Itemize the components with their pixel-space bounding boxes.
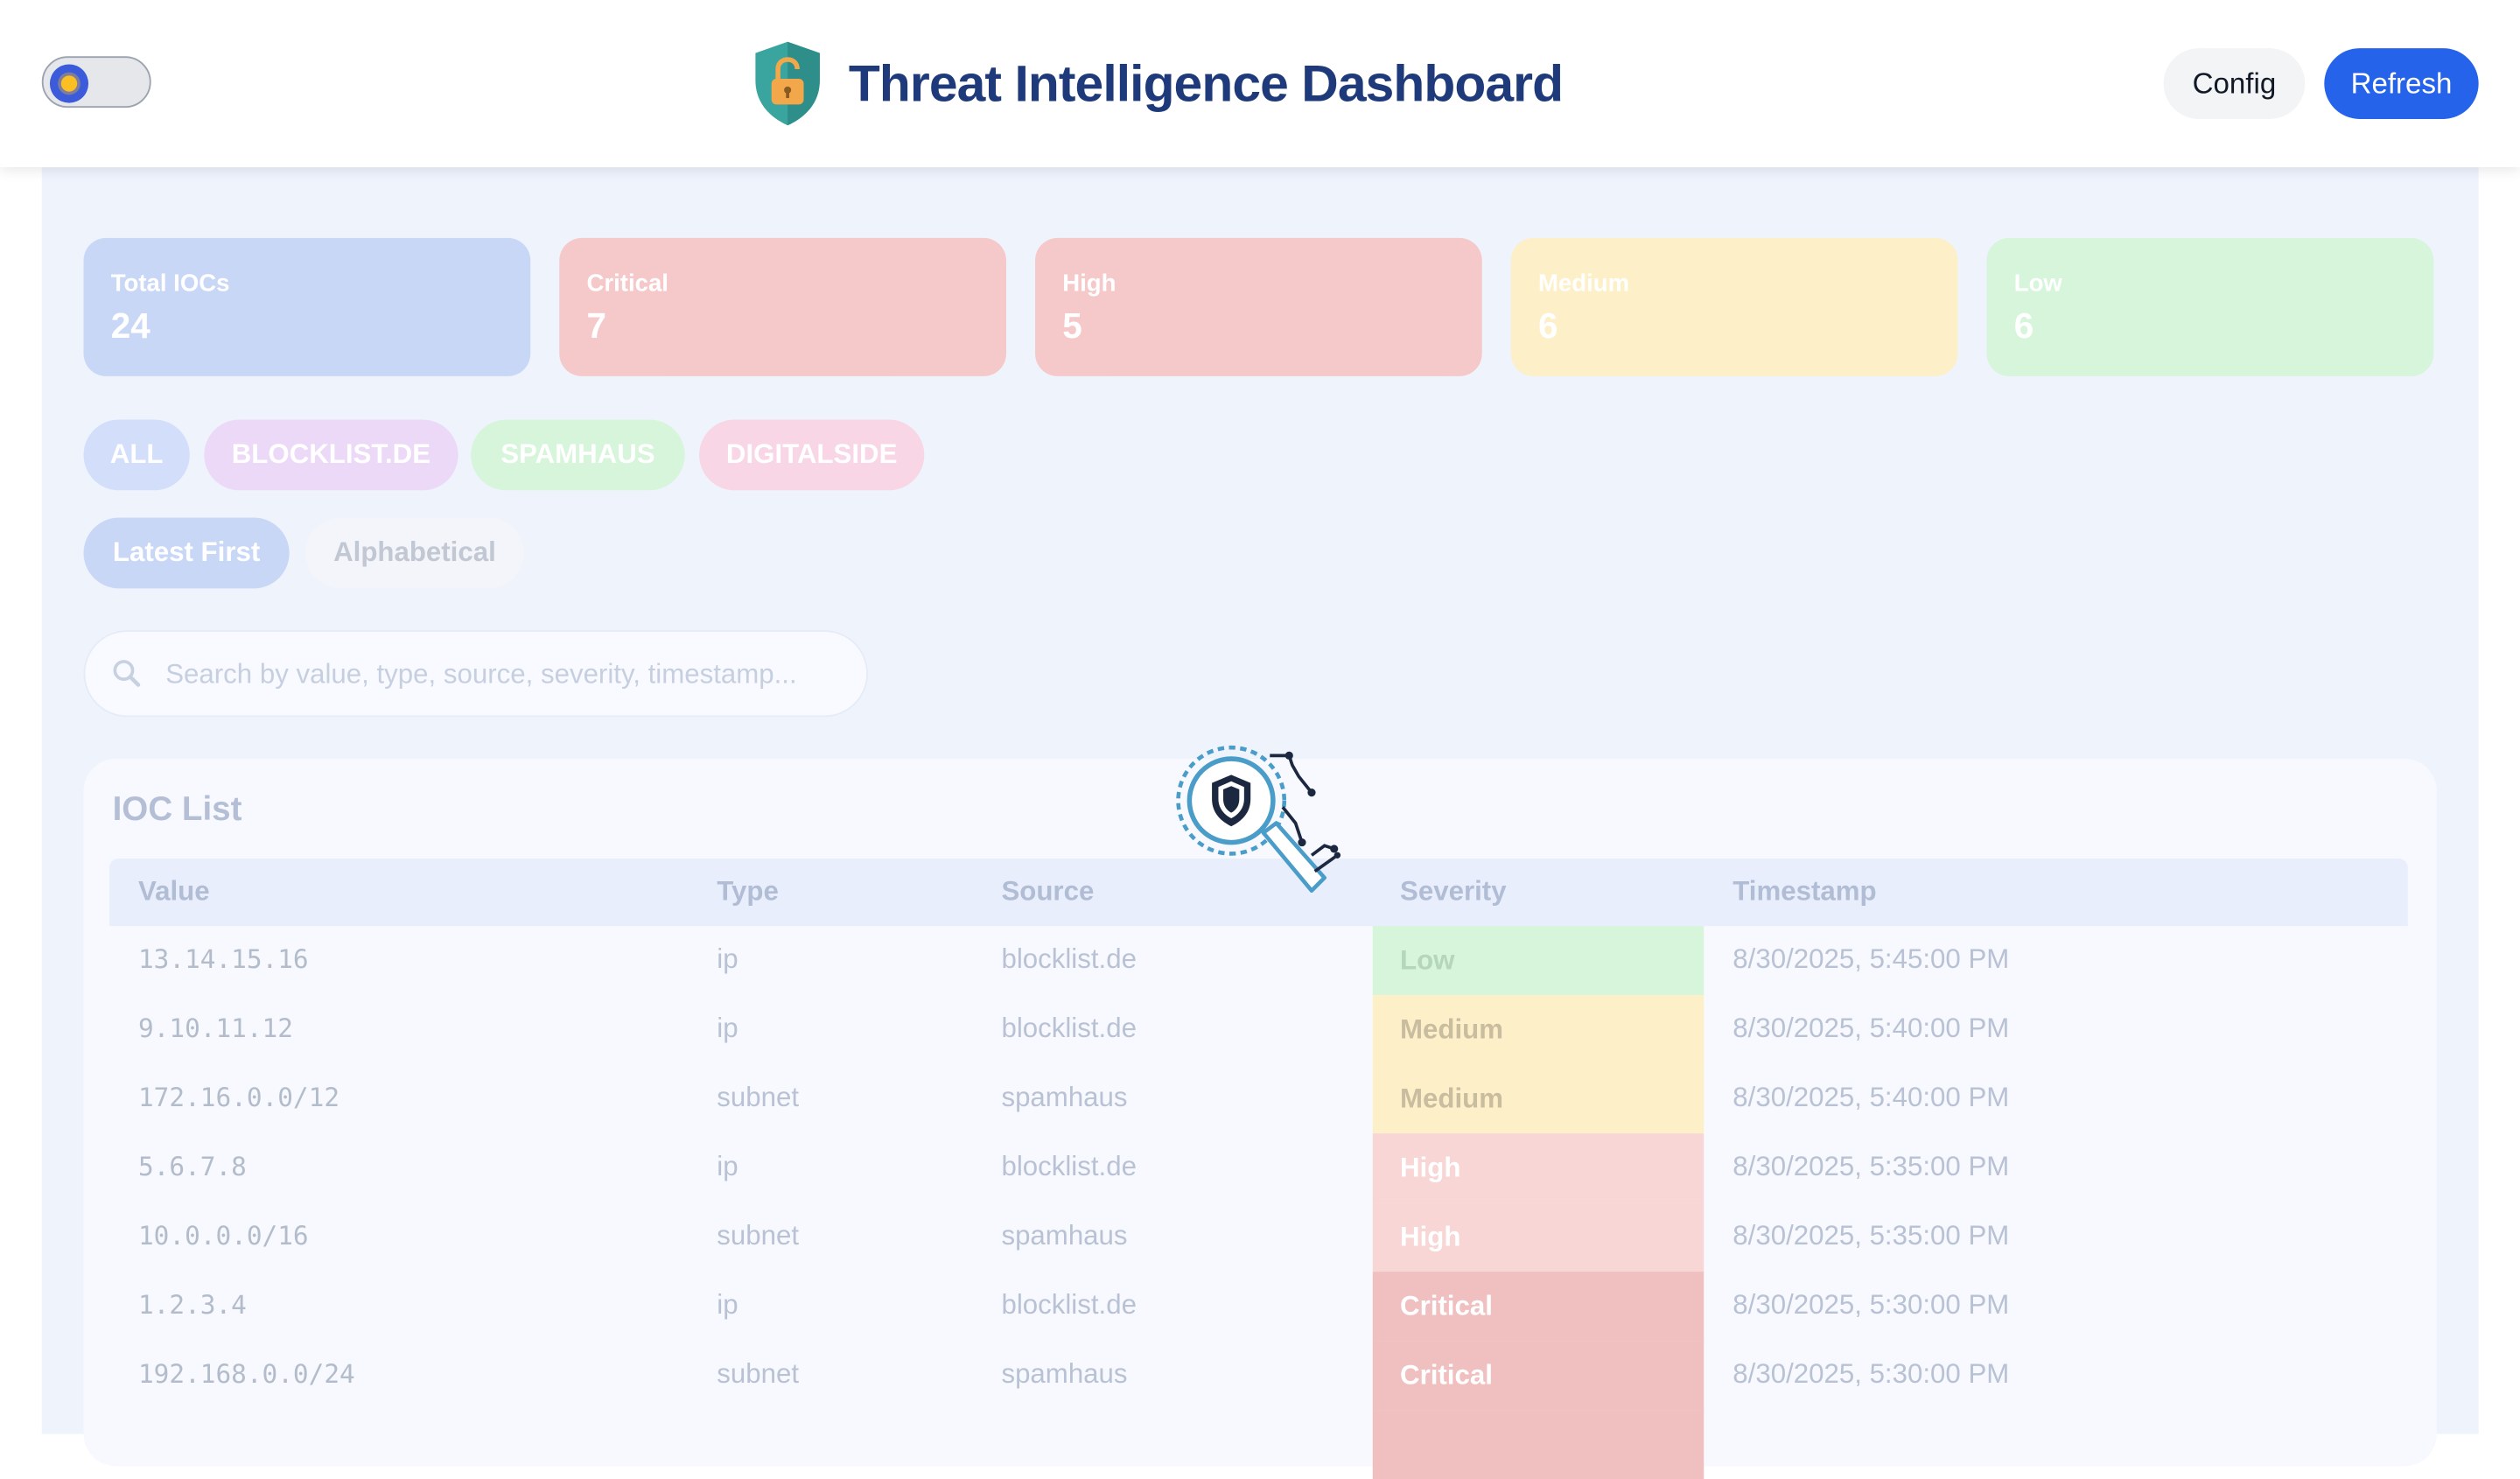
stat-card-low: Low 6 <box>1986 237 2434 376</box>
stat-value: 7 <box>586 305 607 346</box>
cell-timestamp: 8/30/2025, 5:35:00 PM <box>1732 1220 2010 1251</box>
table-row[interactable]: 5.6.7.8 ip blocklist.de High 8/30/2025, … <box>109 1133 2408 1203</box>
cell-source: blocklist.de <box>1001 1013 1137 1044</box>
source-filter-digitalside[interactable]: DIGITALSIDE <box>699 419 925 491</box>
sort-latest-button[interactable]: Latest First <box>83 517 290 589</box>
cell-value: 10.0.0.0/16 <box>137 1220 309 1251</box>
column-header-severity[interactable]: Severity <box>1400 876 1507 908</box>
cell-source: spamhaus <box>1001 1358 1128 1390</box>
ioc-list-title: IOC List <box>112 790 242 829</box>
table-row[interactable]: 10.0.0.0/16 subnet spamhaus High 8/30/20… <box>109 1202 2408 1272</box>
stat-value: 6 <box>1538 305 1558 346</box>
source-filter-blocklist[interactable]: BLOCKLIST.DE <box>204 419 458 491</box>
cell-type: subnet <box>717 1082 800 1113</box>
stat-card-critical: Critical 7 <box>559 237 1006 376</box>
search-icon <box>113 660 141 687</box>
search-box <box>83 630 868 718</box>
cell-type: ip <box>717 1151 738 1182</box>
stat-card-medium: Medium 6 <box>1510 237 1958 376</box>
table-row[interactable]: 1.2.3.4 ip blocklist.de Critical 8/30/20… <box>109 1272 2408 1342</box>
stat-label: Total IOCs <box>110 270 230 298</box>
stat-label: Low <box>2013 270 2062 298</box>
severity-badge: Medium <box>1372 995 1704 1065</box>
table-row[interactable]: 172.16.0.0/12 subnet spamhaus Medium 8/3… <box>109 1064 2408 1134</box>
cell-source: blocklist.de <box>1001 1151 1137 1182</box>
cell-type: subnet <box>717 1220 800 1251</box>
stat-label: Medium <box>1538 270 1630 298</box>
stat-value: 24 <box>110 305 150 346</box>
cell-timestamp: 8/30/2025, 5:40:00 PM <box>1732 1013 2010 1044</box>
source-filter-spamhaus[interactable]: SPAMHAUS <box>471 419 685 491</box>
theme-toggle[interactable] <box>41 56 151 109</box>
stat-card-high: High 5 <box>1035 237 1482 376</box>
column-header-value[interactable]: Value <box>138 876 210 908</box>
cell-value: 192.168.0.0/24 <box>137 1358 355 1390</box>
cell-type: subnet <box>717 1358 800 1390</box>
severity-badge: High <box>1372 1202 1704 1272</box>
cell-type: ip <box>717 1289 738 1321</box>
page-title: Threat Intelligence Dashboard <box>848 53 1564 112</box>
top-bar: Threat Intelligence Dashboard Config Ref… <box>0 0 2520 168</box>
table-row[interactable]: 192.168.0.0/24 subnet spamhaus Critical … <box>109 1341 2408 1411</box>
cell-value: 1.2.3.4 <box>137 1289 247 1321</box>
severity-badge: Critical <box>1372 1272 1704 1342</box>
column-header-source[interactable]: Source <box>1001 876 1094 908</box>
cell-type: ip <box>717 943 738 975</box>
severity-badge <box>1372 1410 1704 1479</box>
search-input[interactable] <box>162 650 844 700</box>
cell-timestamp: 8/30/2025, 5:45:00 PM <box>1732 943 2010 975</box>
table-row[interactable]: 9.10.11.12 ip blocklist.de Medium 8/30/2… <box>109 995 2408 1065</box>
stat-label: High <box>1062 270 1116 298</box>
cell-type: ip <box>717 1013 738 1044</box>
cell-value: 172.16.0.0/12 <box>137 1082 340 1113</box>
severity-badge: Critical <box>1372 1341 1704 1411</box>
cell-value: 13.14.15.16 <box>137 943 309 975</box>
severity-badge: Low <box>1372 926 1704 996</box>
shield-lock-icon <box>755 41 820 126</box>
table-row[interactable]: 13.14.15.16 ip blocklist.de Low 8/30/202… <box>109 926 2408 996</box>
cell-timestamp: 8/30/2025, 5:30:00 PM <box>1732 1289 2010 1321</box>
sort-alphabetical-button[interactable]: Alphabetical <box>305 517 524 589</box>
stat-value: 6 <box>2013 305 2034 346</box>
config-button[interactable]: Config <box>2163 48 2306 119</box>
stat-label: Critical <box>586 270 668 298</box>
cell-source: blocklist.de <box>1001 1289 1137 1321</box>
cell-value: 9.10.11.12 <box>137 1013 293 1044</box>
magnifier-shield-icon <box>1176 745 1341 893</box>
cell-source: spamhaus <box>1001 1220 1128 1251</box>
cell-value: 5.6.7.8 <box>137 1151 247 1182</box>
stat-card-total: Total IOCs 24 <box>83 237 531 376</box>
refresh-button[interactable]: Refresh <box>2324 48 2479 119</box>
cell-timestamp: 8/30/2025, 5:30:00 PM <box>1732 1358 2010 1390</box>
cell-source: spamhaus <box>1001 1082 1128 1113</box>
column-header-type[interactable]: Type <box>717 876 779 908</box>
cell-source: blocklist.de <box>1001 943 1137 975</box>
column-header-timestamp[interactable]: Timestamp <box>1732 876 1876 908</box>
table-row[interactable] <box>109 1410 2408 1479</box>
toggle-knob <box>49 64 89 103</box>
brand: Threat Intelligence Dashboard <box>749 39 1564 129</box>
stat-value: 5 <box>1062 305 1082 346</box>
source-filter-all[interactable]: ALL <box>83 419 190 491</box>
cell-timestamp: 8/30/2025, 5:35:00 PM <box>1732 1151 2010 1182</box>
sun-icon <box>60 75 78 92</box>
severity-badge: High <box>1372 1133 1704 1203</box>
page: Threat Intelligence Dashboard Config Ref… <box>0 0 2520 1479</box>
cell-timestamp: 8/30/2025, 5:40:00 PM <box>1732 1082 2010 1113</box>
severity-badge: Medium <box>1372 1064 1704 1134</box>
